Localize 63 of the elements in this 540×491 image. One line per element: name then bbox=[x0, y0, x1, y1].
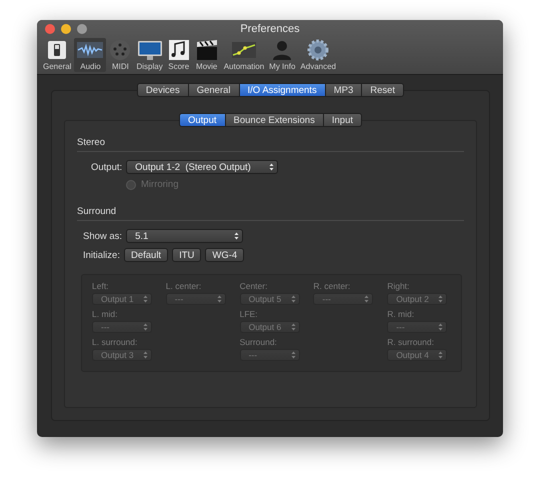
zoom-button[interactable] bbox=[77, 24, 87, 34]
monitor-icon bbox=[136, 39, 163, 61]
toolbar-item[interactable]: Movie bbox=[192, 38, 221, 72]
toolbar-item[interactable]: Advanced bbox=[298, 38, 338, 72]
clapperboard-icon bbox=[194, 39, 219, 61]
waveform-icon bbox=[76, 39, 104, 61]
up-down-arrows-icon bbox=[364, 295, 370, 303]
speaker-label: Center: bbox=[240, 281, 268, 291]
preset-button[interactable]: ITU bbox=[172, 248, 202, 262]
toolbar-item[interactable]: My Info bbox=[267, 38, 298, 72]
preset-button[interactable]: WG-4 bbox=[205, 248, 244, 262]
up-down-arrows-icon bbox=[438, 295, 444, 303]
speaker-label: R. surround: bbox=[387, 337, 435, 347]
speaker-label: R. center: bbox=[313, 281, 352, 291]
section-title: Stereo bbox=[77, 137, 464, 152]
music-notes-icon bbox=[168, 39, 190, 61]
tab[interactable]: Output bbox=[178, 113, 226, 127]
gear-icon bbox=[307, 39, 330, 61]
up-down-arrows-icon bbox=[143, 295, 148, 303]
output-popup[interactable]: Output 1-2 (Stereo Output) bbox=[126, 160, 278, 174]
toolbar-item[interactable]: Display bbox=[134, 38, 165, 72]
up-down-arrows-icon bbox=[438, 323, 444, 331]
tab[interactable]: Reset bbox=[362, 83, 404, 97]
automation-curve-icon bbox=[230, 39, 257, 61]
speaker-label: LFE: bbox=[240, 309, 259, 319]
tab[interactable]: I/O Assignments bbox=[240, 83, 326, 97]
field-label: Show as: bbox=[83, 230, 122, 242]
up-down-arrows-icon bbox=[438, 351, 444, 359]
up-down-arrows-icon bbox=[143, 323, 148, 331]
up-down-arrows-icon bbox=[234, 232, 240, 240]
speaker-label: L. surround: bbox=[92, 337, 138, 347]
up-down-arrows-icon bbox=[290, 295, 296, 303]
preset-button[interactable]: Default bbox=[124, 248, 168, 262]
speaker-label: L. mid: bbox=[92, 309, 119, 319]
speaker-label: Left: bbox=[92, 281, 110, 291]
field-label: Initialize: bbox=[83, 250, 120, 260]
toolbar-item[interactable]: General bbox=[41, 38, 74, 72]
tab[interactable]: Input bbox=[324, 113, 362, 127]
close-button[interactable] bbox=[45, 24, 55, 34]
up-down-arrows-icon bbox=[143, 351, 148, 359]
toolbar-item[interactable]: Audio bbox=[74, 38, 106, 72]
person-silhouette-icon bbox=[271, 39, 294, 61]
minimize-button[interactable] bbox=[61, 24, 71, 34]
show-as-popup[interactable]: 5.1 bbox=[126, 229, 244, 243]
speaker-label: Right: bbox=[387, 281, 410, 291]
tab[interactable]: General bbox=[188, 83, 240, 97]
toolbar-item[interactable]: MIDI bbox=[107, 38, 134, 72]
toolbar-item[interactable]: Automation bbox=[222, 38, 266, 72]
up-down-arrows-icon bbox=[290, 323, 296, 331]
tab[interactable]: Bounce Extensions bbox=[226, 113, 324, 127]
speaker-label: Surround: bbox=[240, 337, 278, 347]
window-title: Preferences bbox=[240, 23, 300, 35]
speaker-label: R. mid: bbox=[387, 309, 416, 319]
section-title: Surround bbox=[77, 206, 464, 221]
switch-icon bbox=[46, 39, 68, 61]
up-down-arrows-icon bbox=[216, 295, 222, 303]
tab[interactable]: MP3 bbox=[326, 83, 362, 97]
toolbar-item[interactable]: Score bbox=[166, 38, 192, 72]
field-label: Output: bbox=[91, 162, 122, 172]
tab[interactable]: Devices bbox=[136, 83, 189, 97]
speaker-label: L. center: bbox=[166, 281, 202, 291]
up-down-arrows-icon bbox=[269, 163, 274, 171]
up-down-arrows-icon bbox=[290, 351, 296, 359]
